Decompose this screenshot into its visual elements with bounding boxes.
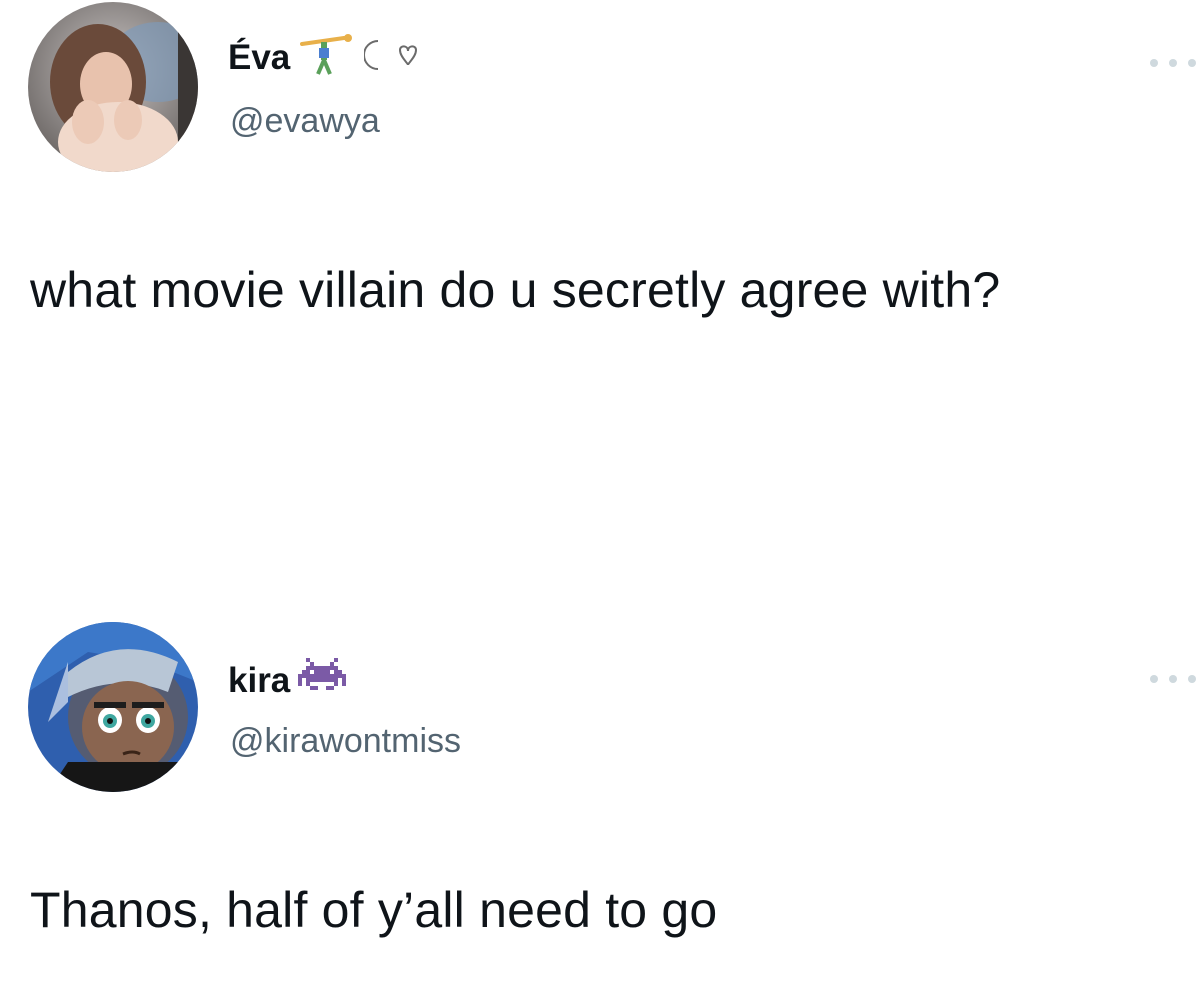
user-handle[interactable]: @kirawontmiss (230, 724, 461, 758)
display-name[interactable]: Éva (228, 40, 290, 75)
more-dots-icon[interactable] (1150, 56, 1196, 70)
tweet-text: Thanos, half of y’all need to go (30, 882, 718, 938)
user-handle[interactable]: @evawya (230, 104, 380, 138)
avatar[interactable] (28, 2, 198, 172)
profile-photo (28, 622, 198, 792)
moon-heart-emoji-icon (363, 35, 424, 80)
profile-photo (28, 2, 198, 172)
tweet[interactable]: kira @kirawontmiss Thanos, half of y’all… (0, 600, 1200, 994)
display-name[interactable]: kira (228, 663, 290, 698)
tweet-text: what movie villain do u secretly agree w… (30, 262, 1001, 318)
avatar[interactable] (28, 622, 198, 792)
space-invader-emoji-icon (298, 658, 347, 703)
more-dots-icon[interactable] (1150, 672, 1196, 686)
tweet[interactable]: Éva @evawya what movie villain do u secr… (0, 0, 1200, 600)
cartwheel-emoji-icon (298, 34, 356, 81)
